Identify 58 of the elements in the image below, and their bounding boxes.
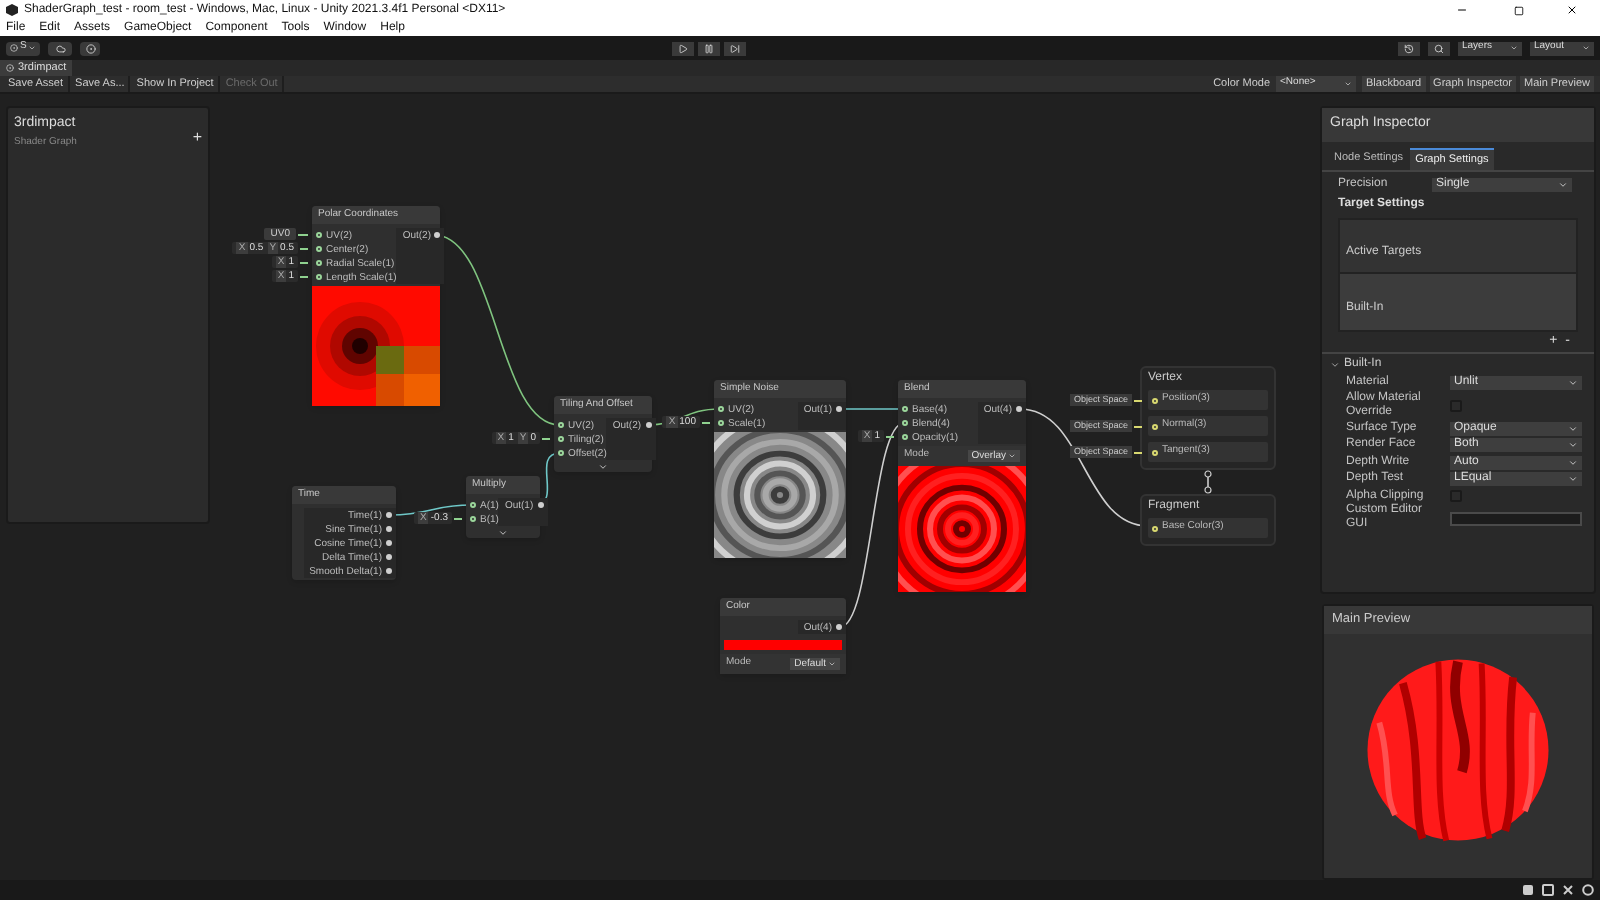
history-button[interactable]	[1398, 41, 1420, 55]
collapse-icon[interactable]	[498, 528, 508, 538]
history-icon	[1404, 43, 1414, 53]
search-button[interactable]	[1428, 41, 1450, 55]
play-icon	[678, 43, 689, 53]
maximize-icon[interactable]	[1514, 5, 1524, 15]
port-icon[interactable]	[386, 568, 392, 574]
port-icon[interactable]	[434, 232, 441, 238]
port-icon[interactable]	[558, 450, 564, 456]
cloud-button[interactable]	[48, 41, 73, 55]
play-button[interactable]	[672, 41, 695, 55]
port-icon[interactable]	[558, 422, 564, 428]
circle-icon	[85, 43, 96, 53]
port-icon[interactable]	[902, 420, 908, 426]
port-icon[interactable]	[316, 246, 322, 252]
port-icon[interactable]	[645, 422, 652, 428]
port-icon[interactable]	[1152, 397, 1158, 403]
cloud-icon	[55, 43, 66, 53]
port-icon[interactable]	[537, 502, 544, 508]
port-icon[interactable]	[386, 540, 392, 546]
port-icon[interactable]	[1152, 449, 1158, 455]
close-icon[interactable]	[1566, 4, 1578, 16]
port-icon[interactable]	[902, 406, 908, 412]
foldout-icon[interactable]	[1330, 360, 1340, 371]
step-button[interactable]	[724, 41, 747, 55]
port-icon[interactable]	[316, 232, 322, 238]
graph-icon	[6, 64, 14, 72]
pause-button[interactable]	[698, 41, 721, 55]
search-icon	[1434, 43, 1444, 53]
port-icon[interactable]	[558, 436, 564, 442]
port-icon[interactable]	[316, 274, 322, 280]
color-swatch[interactable]	[724, 640, 842, 650]
port-icon[interactable]	[1152, 525, 1158, 531]
step-icon	[730, 43, 741, 53]
collapse-icon[interactable]	[598, 462, 608, 472]
cube-logo-icon	[6, 4, 18, 16]
minimize-icon[interactable]	[1456, 4, 1468, 16]
port-icon[interactable]	[470, 502, 476, 508]
account-icon	[10, 44, 18, 52]
port-icon[interactable]	[386, 512, 392, 518]
port-icon[interactable]	[470, 516, 476, 522]
port-icon[interactable]	[718, 406, 724, 412]
port-icon[interactable]	[316, 260, 322, 266]
pause-icon	[704, 43, 715, 53]
port-icon[interactable]	[718, 420, 724, 426]
flow-connector-icon	[1204, 470, 1212, 494]
add-button[interactable]: +	[192, 130, 202, 146]
port-icon[interactable]	[1016, 406, 1022, 412]
port-icon[interactable]	[1152, 423, 1158, 429]
circle-icon	[1582, 884, 1594, 896]
text-field[interactable]	[1450, 511, 1582, 526]
port-icon[interactable]	[836, 406, 842, 412]
port-icon[interactable]	[386, 554, 392, 560]
port-icon[interactable]	[386, 526, 392, 532]
caret-icon	[1558, 180, 1568, 191]
caret-icon	[1568, 378, 1578, 388]
port-icon[interactable]	[902, 434, 908, 440]
port-icon[interactable]	[836, 624, 842, 630]
